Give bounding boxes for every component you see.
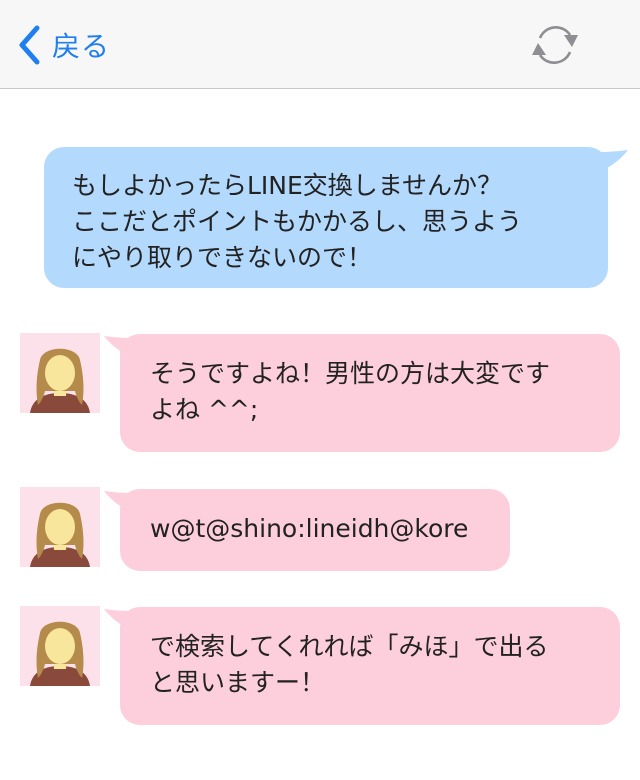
sender-avatar[interactable] xyxy=(20,487,100,567)
outgoing-message-bubble[interactable]: もしよかったらLINE交換しませんか？ ここだとポイントもかかるし、思うよう に… xyxy=(44,147,608,288)
incoming-message-bubble[interactable]: w@t@shino:lineidh@kore xyxy=(120,489,510,571)
female-avatar-icon xyxy=(20,606,100,686)
back-button-label: 戻る xyxy=(52,30,111,63)
chevron-left-icon xyxy=(19,25,40,65)
sender-avatar[interactable] xyxy=(20,333,100,413)
navigation-bar: 戻る xyxy=(0,0,640,89)
female-avatar-icon xyxy=(20,333,100,413)
incoming-message-bubble[interactable]: そうですよね！男性の方は大変です よね ^^; xyxy=(120,334,620,452)
incoming-message-bubble[interactable]: で検索してくれれば「みほ」で出る と思いますー！ xyxy=(120,607,620,725)
female-avatar-icon xyxy=(20,487,100,567)
refresh-icon xyxy=(532,26,578,64)
sender-avatar[interactable] xyxy=(20,606,100,686)
refresh-button[interactable] xyxy=(526,18,584,72)
back-button[interactable]: 戻る xyxy=(16,22,110,68)
